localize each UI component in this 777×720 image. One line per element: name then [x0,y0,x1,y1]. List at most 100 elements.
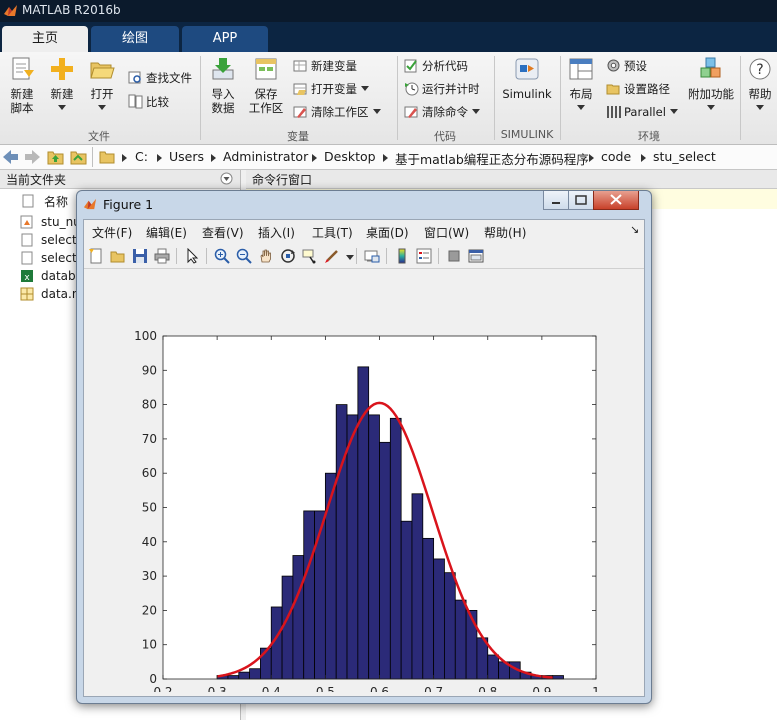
data-cursor-icon[interactable] [302,248,318,264]
compare-button[interactable]: 比较 [128,92,169,112]
forward-arrow-icon[interactable] [24,150,40,164]
analyze-code-icon [404,59,417,73]
new-script-button[interactable]: 新建 脚本 [4,56,40,115]
chevron-down-icon[interactable] [346,255,354,260]
open-variable-button[interactable]: 打开变量 [293,79,369,99]
layout-button[interactable]: 布局 [564,56,598,115]
breadcrumb-item[interactable]: stu_select [653,149,716,164]
hide-plot-tools-icon[interactable] [446,248,462,264]
new-figure-icon[interactable] [88,248,104,264]
breadcrumb-item[interactable]: C: [135,149,148,164]
tab-plots[interactable]: 绘图 [91,26,179,52]
minimize-button[interactable] [543,191,569,210]
ribbon-tab-strip: 主页 绘图 APP [0,22,777,52]
breadcrumb-item[interactable]: Administrator [223,149,308,164]
histogram-bar [368,414,380,680]
matlab-logo-icon [83,198,97,210]
menu-tools[interactable]: 工具(T) [312,224,353,241]
tab-home[interactable]: 主页 [2,26,88,52]
figure-window[interactable]: Figure 1 文件(F) 编辑(E) 查看(V) 插入(I) 工具(T) 桌… [76,190,652,704]
new-variable-label: 新建变量 [311,59,357,73]
menu-file[interactable]: 文件(F) [92,224,132,241]
menu-window[interactable]: 窗口(W) [424,224,469,241]
analyze-code-button[interactable]: 分析代码 [404,56,468,76]
menu-view[interactable]: 查看(V) [202,224,244,241]
find-files-button[interactable]: 查找文件 [128,68,192,88]
histogram-bar [281,575,294,680]
close-button[interactable] [593,191,639,210]
code-group-label: 代码 [434,130,456,143]
open-button[interactable]: 打开 [84,56,120,115]
histogram-bar [422,537,435,680]
new-label: 新建 [50,87,74,101]
new-button[interactable]: 新建 [44,56,80,115]
parallel-button[interactable]: Parallel [606,102,678,122]
file-name[interactable]: stu_nu [41,215,81,229]
y-tick-label: 40 [142,535,157,549]
rotate-3d-icon[interactable] [280,248,296,264]
brush-icon[interactable] [324,248,340,264]
back-arrow-icon[interactable] [3,150,19,164]
breadcrumb-item[interactable]: Desktop [324,149,376,164]
colorbar-icon[interactable] [394,248,410,264]
group-divider [740,56,741,140]
file-name[interactable]: datab [41,269,76,283]
file-name[interactable]: select [41,251,77,265]
addons-button[interactable]: 附加功能 [686,56,736,115]
toolbar-divider [356,248,357,264]
file-name[interactable]: data.n [41,287,79,301]
panel-menu-icon[interactable] [220,172,233,185]
menu-insert[interactable]: 插入(I) [258,224,295,241]
histogram-bar [292,555,305,680]
chevron-down-icon [577,105,585,110]
clear-commands-button[interactable]: 清除命令 [404,102,480,122]
link-plot-icon[interactable] [364,248,380,264]
x-tick-label: 0.5 [316,685,335,692]
save-workspace-button[interactable]: 保存 工作区 [245,56,287,115]
command-window-title: 命令行窗口 [252,173,313,187]
preferences-button[interactable]: 预设 [606,56,647,76]
up-folder-icon[interactable] [47,149,64,165]
breadcrumb-item[interactable]: Users [169,149,204,164]
browse-folder-icon[interactable] [70,149,87,165]
y-tick-label: 20 [142,603,157,617]
breadcrumb-item[interactable]: code [601,149,631,164]
x-tick-label: 1 [592,685,600,692]
open-variable-label: 打开变量 [311,82,357,96]
menu-edit[interactable]: 编辑(E) [146,224,187,241]
clear-workspace-button[interactable]: 清除工作区 [293,102,381,122]
y-tick-label: 0 [149,672,157,686]
histogram-bar [411,493,424,680]
zoom-out-icon[interactable] [236,248,252,264]
menu-desktop[interactable]: 桌面(D) [366,224,409,241]
menu-help[interactable]: 帮助(H) [484,224,526,241]
open-variable-icon [293,83,307,95]
new-script-label: 新建 脚本 [10,87,34,115]
run-and-time-button[interactable]: 运行并计时 [404,79,480,99]
save-icon[interactable] [132,248,148,264]
zoom-in-icon[interactable] [214,248,230,264]
set-path-button[interactable]: 设置路径 [606,79,670,99]
maximize-button[interactable] [568,191,594,210]
print-icon[interactable] [154,248,170,264]
pointer-arrow-icon[interactable] [184,248,200,264]
column-header-name[interactable]: 名称 [44,193,68,210]
import-data-button[interactable]: 导入 数据 [205,56,241,115]
help-icon: ? [749,58,771,80]
dock-arrow-icon[interactable]: ↘ [630,223,639,236]
open-file-icon[interactable] [110,248,126,264]
histogram-plot[interactable]: 0.2 0.3 0.4 0.5 0.6 0.7 0.8 0.9 1010203040506070… [88,276,640,692]
histogram-bar [487,654,499,680]
show-plot-tools-icon[interactable] [468,248,484,264]
addons-cubes-icon [700,57,721,78]
simulink-button[interactable]: Simulink [498,56,556,101]
help-button[interactable]: ? 帮助 [745,56,775,115]
new-variable-button[interactable]: 新建变量 [293,56,357,76]
tab-apps[interactable]: APP [182,26,268,52]
file-name[interactable]: select [41,233,77,247]
x-tick-label: 0.4 [262,685,281,692]
pan-hand-icon[interactable] [258,248,274,264]
toolbar-divider [438,248,439,264]
legend-icon[interactable] [416,248,432,264]
breadcrumb-item[interactable]: 基于matlab编程正态分布源码程序 [395,149,589,168]
